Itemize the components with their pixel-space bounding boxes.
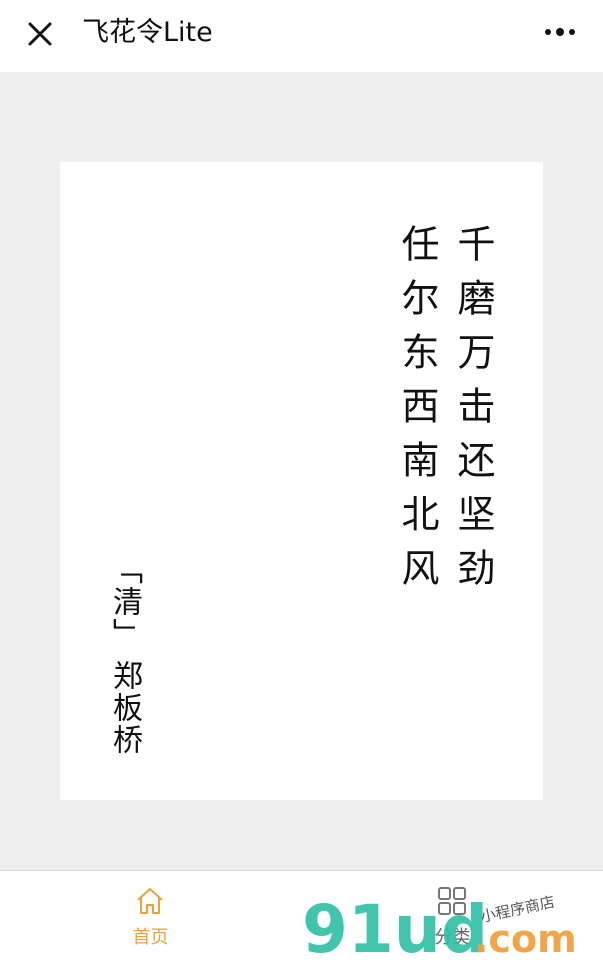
more-dots-icon[interactable] bbox=[540, 22, 580, 42]
bottom-tab-bar: 首页 分类 bbox=[0, 870, 603, 960]
poem-line-2: 任尔东西南北风 bbox=[395, 224, 439, 602]
app-title: 飞花令Lite bbox=[82, 17, 213, 48]
tab-home-label: 首页 bbox=[132, 927, 169, 948]
poem-line-1: 千磨万击还坚劲 bbox=[451, 224, 495, 602]
tab-category-label: 分类 bbox=[434, 927, 471, 948]
top-navigation-bar: 飞花令Lite bbox=[0, 0, 603, 72]
dynasty-label: 「清」 bbox=[107, 554, 142, 650]
grid-icon bbox=[438, 887, 466, 915]
tab-home[interactable]: 首页 bbox=[0, 871, 301, 960]
poem-card: 千磨万击还坚劲 任尔东西南北风 「清」郑板桥 bbox=[60, 162, 543, 800]
poem-text: 千磨万击还坚劲 任尔东西南北风 bbox=[389, 224, 501, 602]
poet-name: 郑板桥 bbox=[107, 660, 142, 756]
tab-category[interactable]: 分类 bbox=[302, 871, 603, 960]
home-icon bbox=[137, 888, 163, 914]
poem-attribution: 「清」郑板桥 bbox=[104, 554, 144, 756]
close-icon[interactable] bbox=[24, 18, 56, 50]
